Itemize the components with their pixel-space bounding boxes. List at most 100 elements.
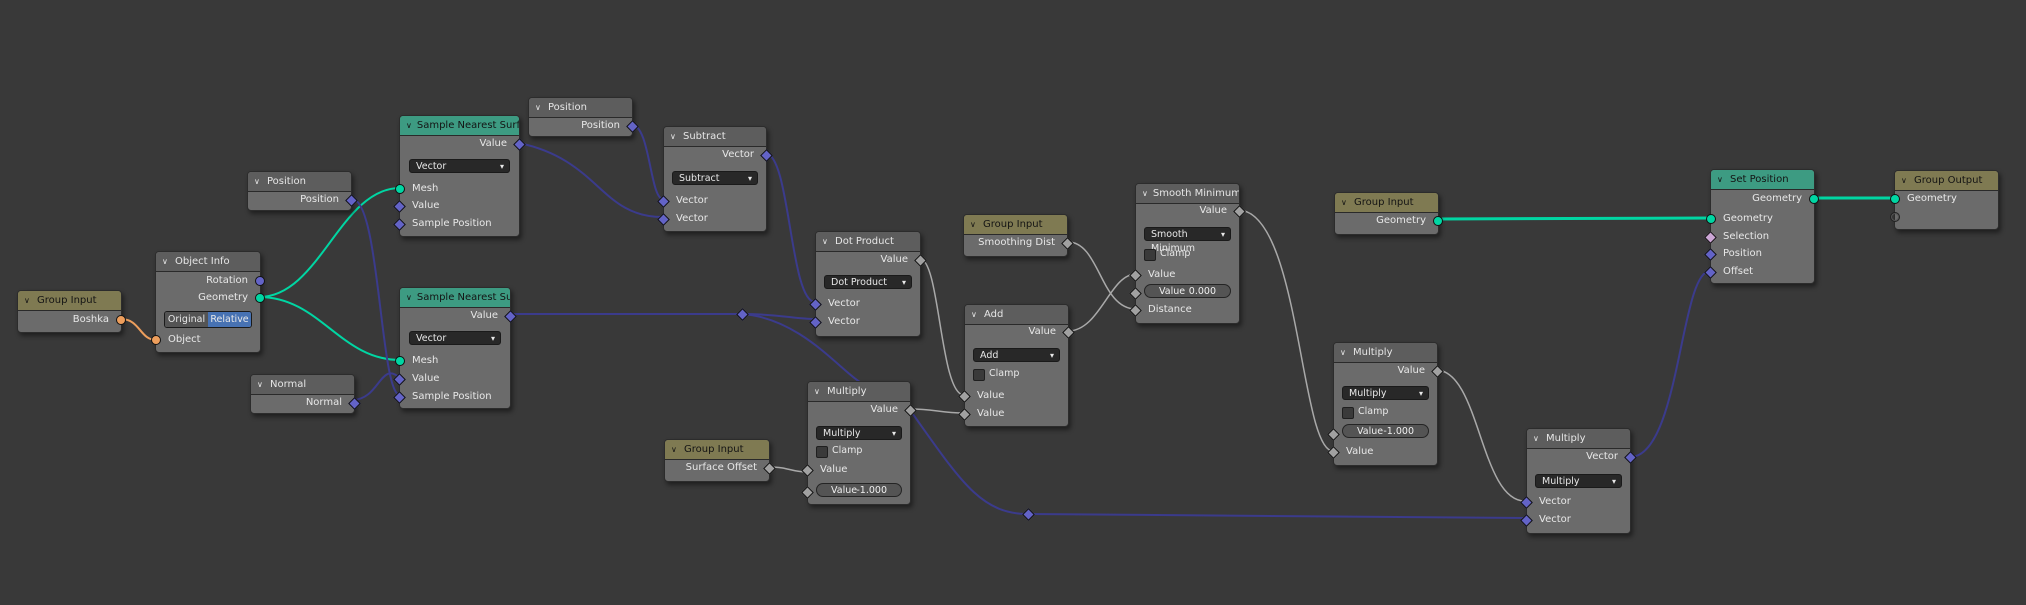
sample-nearest-surface-node[interactable]: ∨Sample Nearest Surface Value Vector▾ Me… [393,115,526,237]
input-socket[interactable] [1890,194,1900,204]
empty-input-socket[interactable] [1890,212,1900,222]
data-type-dropdown[interactable]: Vector ▾ [409,331,501,345]
vector-math-multiply-node[interactable]: ∨ Multiply Vector Multiply ▾ Vector Vector [1520,428,1637,534]
operation-dropdown[interactable]: Multiply ▾ [816,426,902,440]
input-socket[interactable] [1327,446,1340,459]
output-socket[interactable] [348,397,361,410]
value-field[interactable]: Value 0.000 [1144,284,1231,298]
output-socket[interactable] [1061,237,1074,250]
clamp-checkbox[interactable] [816,446,828,458]
clamp-checkbox[interactable] [1342,407,1354,419]
group-input-node[interactable]: ∨ Group Input Surface Offset [664,439,776,482]
output-socket[interactable] [345,194,358,207]
input-socket[interactable] [1520,496,1533,509]
value-field[interactable]: Value -1.000 [1342,424,1429,438]
operation-dropdown[interactable]: Subtract ▾ [672,171,758,185]
input-socket[interactable] [393,391,406,404]
reroute-dot[interactable] [1022,508,1035,521]
vector-math-subtract-node[interactable]: ∨ Subtract Vector Subtract ▾ Vector Vector [657,126,773,232]
math-add-node[interactable]: ∨ Add Value Add ▾ Clamp Value Value [958,304,1075,427]
input-socket[interactable] [1129,287,1142,300]
output-socket[interactable] [513,138,526,151]
input-socket[interactable] [393,218,406,231]
input-socket[interactable] [393,373,406,386]
position-node[interactable]: ∨ Position Position [528,97,639,137]
clamp-checkbox[interactable] [1144,249,1156,261]
output-socket[interactable] [1431,365,1444,378]
input-socket[interactable] [1704,231,1717,244]
clamp-checkbox[interactable] [973,369,985,381]
object-info-node[interactable]: ∨ Object Info Rotation Geometry Original … [151,251,265,353]
chevron-down-icon[interactable]: ∨ [1901,176,1909,185]
operation-dropdown[interactable]: Add ▾ [973,348,1060,362]
chevron-down-icon[interactable]: ∨ [535,103,543,112]
reroute-dot[interactable] [736,308,749,321]
original-option[interactable]: Original [165,312,208,327]
position-node[interactable]: ∨ Position Position [247,171,358,211]
output-socket[interactable] [760,149,773,162]
math-multiply-node[interactable]: ∨ Multiply Value Multiply ▾ Clamp Value Va… [801,381,917,505]
group-input-node[interactable]: ∨ Group Input Geometry [1334,192,1443,235]
chevron-down-icon[interactable]: ∨ [254,177,262,186]
chevron-down-icon[interactable]: ∨ [971,310,979,319]
input-socket[interactable] [1129,304,1142,317]
input-socket[interactable] [958,390,971,403]
input-socket[interactable] [958,408,971,421]
relative-option[interactable]: Relative [208,312,251,327]
input-socket[interactable] [1704,266,1717,279]
chevron-down-icon[interactable]: ∨ [1340,348,1348,357]
set-position-node[interactable]: ∨ Set Position Geometry Geometry Selectio… [1704,169,1819,284]
output-socket[interactable] [116,315,126,325]
chevron-down-icon[interactable]: ∨ [671,445,679,454]
chevron-down-icon[interactable]: ∨ [970,220,978,229]
chevron-down-icon[interactable]: ∨ [1533,434,1541,443]
data-type-dropdown[interactable]: Vector ▾ [409,159,510,173]
output-socket[interactable] [255,276,265,286]
input-socket[interactable] [657,195,670,208]
output-socket[interactable] [255,293,265,303]
input-socket[interactable] [393,200,406,213]
input-socket[interactable] [1704,248,1717,261]
input-socket[interactable] [809,298,822,311]
vector-math-dot-product-node[interactable]: ∨ Dot Product Value Dot Product ▾ Vector V… [809,231,927,337]
output-socket[interactable] [504,310,517,323]
chevron-down-icon[interactable]: ∨ [1142,189,1148,198]
input-socket[interactable] [395,356,405,366]
output-socket[interactable] [1233,205,1246,218]
group-output-node[interactable]: ∨ Group Output Geometry [1890,170,1999,230]
math-multiply-node[interactable]: ∨ Multiply Value Multiply ▾ Clamp Value -1.… [1327,342,1444,466]
output-socket[interactable] [626,120,639,133]
chevron-down-icon[interactable]: ∨ [670,132,678,141]
output-socket[interactable] [763,462,776,475]
value-field[interactable]: Value -1.000 [816,483,902,497]
input-socket[interactable] [151,335,161,345]
output-socket[interactable] [1433,216,1443,226]
chevron-down-icon[interactable]: ∨ [257,380,265,389]
chevron-down-icon[interactable]: ∨ [162,257,170,266]
group-input-node[interactable]: ∨ Group Input Boshka [17,290,126,333]
input-socket[interactable] [801,486,814,499]
chevron-down-icon[interactable]: ∨ [814,387,822,396]
chevron-down-icon[interactable]: ∨ [406,293,412,302]
output-socket[interactable] [1062,326,1075,339]
sample-nearest-surface-node[interactable]: ∨Sample Nearest Surface Value Vector▾ Me… [393,287,517,409]
transform-space-toggle[interactable]: Original Relative [164,311,252,328]
normal-node[interactable]: ∨ Normal Normal [250,374,361,414]
output-socket[interactable] [1809,194,1819,204]
input-socket[interactable] [395,184,405,194]
chevron-down-icon[interactable]: ∨ [822,237,830,246]
group-input-node[interactable]: ∨ Group Input Smoothing Dist [963,214,1074,257]
input-socket[interactable] [809,316,822,329]
chevron-down-icon[interactable]: ∨ [406,121,412,130]
math-smooth-minimum-node[interactable]: ∨ Smooth Minimum Value Smooth Minimum ▾ Cl… [1129,183,1246,324]
input-socket[interactable] [657,213,670,226]
input-socket[interactable] [1520,514,1533,527]
chevron-down-icon[interactable]: ∨ [1341,198,1349,207]
input-socket[interactable] [1706,214,1716,224]
output-socket[interactable] [1624,451,1637,464]
operation-dropdown[interactable]: Multiply ▾ [1342,386,1429,400]
input-socket[interactable] [801,464,814,477]
operation-dropdown[interactable]: Smooth Minimum ▾ [1144,227,1231,254]
operation-dropdown[interactable]: Dot Product ▾ [824,275,912,289]
chevron-down-icon[interactable]: ∨ [24,296,32,305]
